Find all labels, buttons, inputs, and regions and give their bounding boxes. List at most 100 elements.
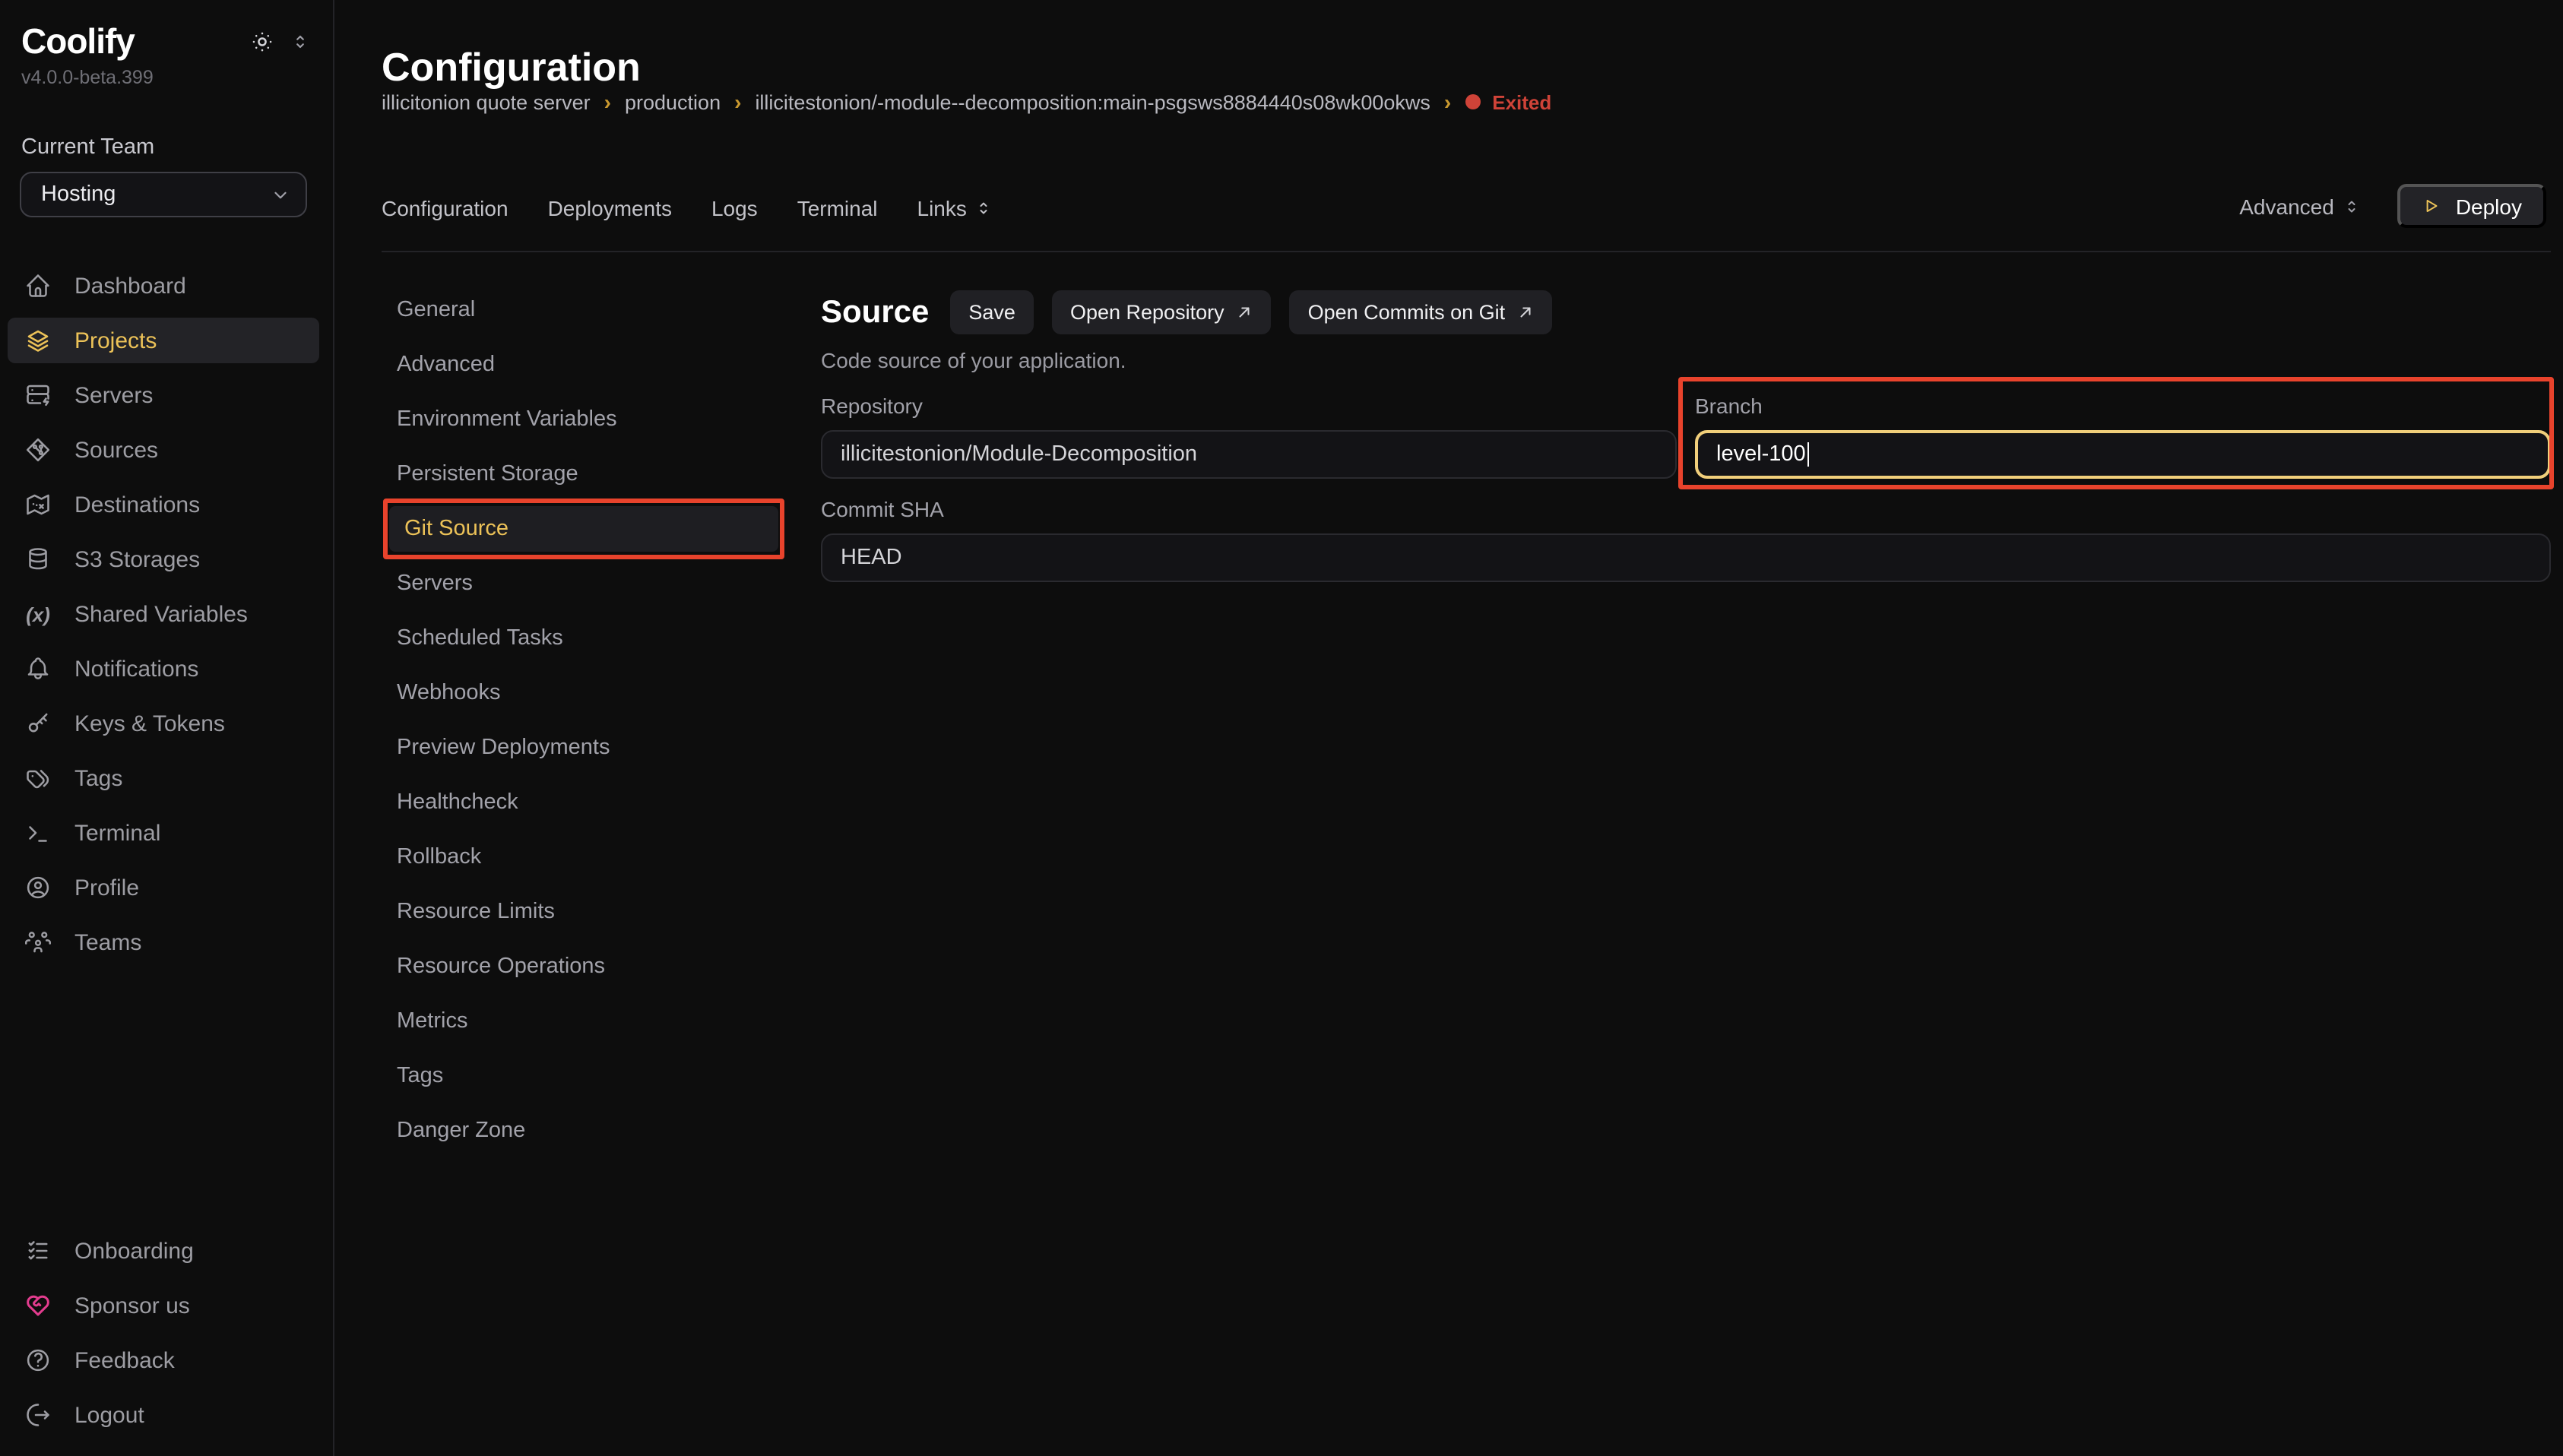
git-source-panel: Source Save Open Repository Open Commits… bbox=[821, 290, 2551, 582]
subnav-item-metrics[interactable]: Metrics bbox=[382, 999, 778, 1044]
tab-links[interactable]: Links bbox=[917, 196, 993, 220]
branch-label: Branch bbox=[1695, 394, 2551, 419]
subnav-item-git-source[interactable]: Git Source bbox=[389, 506, 778, 552]
breadcrumb-resource[interactable]: illicitestonion/-module--decomposition:m… bbox=[755, 90, 1430, 113]
repository-field-group: Repository illicitestonion/Module-Decomp… bbox=[821, 394, 1677, 479]
commit-sha-field-group: Commit SHA HEAD bbox=[821, 497, 2551, 582]
subnav-item-rollback[interactable]: Rollback bbox=[382, 834, 778, 880]
advanced-menu-button[interactable]: Advanced bbox=[2239, 194, 2362, 218]
open-commits-button[interactable]: Open Commits on Git bbox=[1290, 290, 1553, 334]
sidebar-item-shared-variables[interactable]: (x) Shared Variables bbox=[8, 591, 319, 637]
sidebar-item-label: Dashboard bbox=[74, 273, 186, 299]
subnav-item-scheduled-tasks[interactable]: Scheduled Tasks bbox=[382, 616, 778, 661]
breadcrumb-environment[interactable]: production bbox=[625, 90, 721, 113]
subnav-item-advanced[interactable]: Advanced bbox=[382, 342, 778, 388]
sidebar-item-label: Feedback bbox=[74, 1347, 175, 1373]
play-icon bbox=[2422, 196, 2442, 216]
sidebar-item-label: Destinations bbox=[74, 492, 200, 518]
sidebar-item-dashboard[interactable]: Dashboard bbox=[8, 263, 319, 309]
subnav-item-resource-limits[interactable]: Resource Limits bbox=[382, 889, 778, 935]
tab-deployments[interactable]: Deployments bbox=[548, 196, 672, 220]
sidebar-item-label: Projects bbox=[74, 328, 157, 353]
branch-input[interactable]: level-100 bbox=[1695, 430, 2551, 479]
subnav-item-webhooks[interactable]: Webhooks bbox=[382, 670, 778, 716]
sidebar-item-label: Notifications bbox=[74, 656, 198, 682]
sidebar-item-sponsor-us[interactable]: Sponsor us bbox=[8, 1283, 319, 1328]
sidebar-nav: Dashboard Projects Servers Sources Desti… bbox=[8, 263, 319, 965]
subnav-item-preview-deployments[interactable]: Preview Deployments bbox=[382, 725, 778, 771]
sidebar-item-feedback[interactable]: Feedback bbox=[8, 1337, 319, 1383]
subnav-item-danger-zone[interactable]: Danger Zone bbox=[382, 1108, 778, 1154]
sidebar-item-label: Tags bbox=[74, 765, 122, 791]
chevron-down-icon bbox=[271, 185, 290, 204]
sidebar-item-destinations[interactable]: Destinations bbox=[8, 482, 319, 527]
sidebar-item-terminal[interactable]: Terminal bbox=[8, 810, 319, 856]
sidebar-item-label: Onboarding bbox=[74, 1238, 194, 1264]
page-title: Configuration bbox=[382, 45, 641, 92]
sidebar-item-teams[interactable]: Teams bbox=[8, 919, 319, 965]
subnav-item-tags[interactable]: Tags bbox=[382, 1053, 778, 1099]
subnav-item-environment-variables[interactable]: Environment Variables bbox=[382, 397, 778, 442]
sidebar-item-notifications[interactable]: Notifications bbox=[8, 646, 319, 692]
git-diamond-icon bbox=[24, 436, 52, 464]
brand-row: Coolify bbox=[21, 21, 310, 61]
status-badge: Exited bbox=[1465, 90, 1551, 113]
sidebar-item-logout[interactable]: Logout bbox=[8, 1392, 319, 1438]
subnav-item-resource-operations[interactable]: Resource Operations bbox=[382, 944, 778, 989]
sidebar: Coolify v4.0.0-beta.399 Current Team Hos… bbox=[0, 0, 334, 1456]
database-icon bbox=[24, 546, 52, 573]
resource-tabs: Configuration Deployments Logs Terminal … bbox=[382, 196, 993, 220]
sidebar-item-tags[interactable]: Tags bbox=[8, 755, 319, 801]
bell-icon bbox=[24, 655, 52, 682]
sidebar-item-sources[interactable]: Sources bbox=[8, 427, 319, 473]
branch-field-group: Branch level-100 bbox=[1695, 394, 2551, 479]
theme-toggle-sun-icon[interactable] bbox=[249, 29, 275, 55]
team-select[interactable]: Hosting bbox=[20, 172, 307, 217]
subnav-item-servers[interactable]: Servers bbox=[382, 561, 778, 606]
logout-icon bbox=[24, 1401, 52, 1429]
status-text: Exited bbox=[1492, 90, 1551, 113]
sidebar-item-projects[interactable]: Projects bbox=[8, 318, 319, 363]
tab-configuration[interactable]: Configuration bbox=[382, 196, 508, 220]
help-icon bbox=[24, 1347, 52, 1374]
commit-sha-input[interactable]: HEAD bbox=[821, 533, 2551, 582]
sidebar-item-label: Servers bbox=[74, 382, 153, 408]
sidebar-item-label: S3 Storages bbox=[74, 546, 200, 572]
team-select-value: Hosting bbox=[41, 182, 116, 207]
source-form: Repository illicitestonion/Module-Decomp… bbox=[821, 394, 2551, 582]
checklist-icon bbox=[24, 1237, 52, 1265]
tabs-divider bbox=[382, 251, 2551, 252]
tab-terminal[interactable]: Terminal bbox=[797, 196, 878, 220]
sidebar-item-profile[interactable]: Profile bbox=[8, 865, 319, 910]
sidebar-item-s3-storages[interactable]: S3 Storages bbox=[8, 537, 319, 582]
sidebar-item-onboarding[interactable]: Onboarding bbox=[8, 1228, 319, 1274]
subnav-item-persistent-storage[interactable]: Persistent Storage bbox=[382, 451, 778, 497]
brand-logo: Coolify bbox=[21, 21, 135, 61]
source-description: Code source of your application. bbox=[821, 348, 2551, 374]
subnav-item-general[interactable]: General bbox=[382, 287, 778, 333]
sidebar-item-servers[interactable]: Servers bbox=[8, 372, 319, 418]
external-link-icon bbox=[1237, 304, 1253, 321]
selector-icon bbox=[2343, 197, 2362, 215]
tags-icon bbox=[24, 764, 52, 792]
repository-input[interactable]: illicitestonion/Module-Decomposition bbox=[821, 430, 1677, 479]
heart-handshake-icon bbox=[24, 1292, 52, 1319]
tab-logs[interactable]: Logs bbox=[711, 196, 758, 220]
chevron-right-icon: › bbox=[734, 90, 741, 114]
sidebar-item-label: Terminal bbox=[74, 820, 160, 846]
open-repository-button[interactable]: Open Repository bbox=[1052, 290, 1272, 334]
text-caret bbox=[1807, 442, 1810, 467]
sidebar-collapse-selector-icon[interactable] bbox=[290, 32, 310, 52]
sidebar-item-keys-tokens[interactable]: Keys & Tokens bbox=[8, 701, 319, 746]
variables-icon: (x) bbox=[24, 603, 52, 625]
breadcrumb-project[interactable]: illicitonion quote server bbox=[382, 90, 591, 113]
sidebar-item-label: Sponsor us bbox=[74, 1293, 190, 1318]
chevron-right-icon: › bbox=[604, 90, 611, 114]
breadcrumb: illicitonion quote server › production ›… bbox=[382, 90, 1551, 114]
user-circle-icon bbox=[24, 874, 52, 901]
deploy-button[interactable]: Deploy bbox=[2398, 184, 2546, 228]
sidebar-item-label: Teams bbox=[74, 929, 141, 955]
save-button[interactable]: Save bbox=[950, 290, 1034, 334]
sidebar-item-label: Logout bbox=[74, 1402, 144, 1428]
subnav-item-healthcheck[interactable]: Healthcheck bbox=[382, 780, 778, 825]
